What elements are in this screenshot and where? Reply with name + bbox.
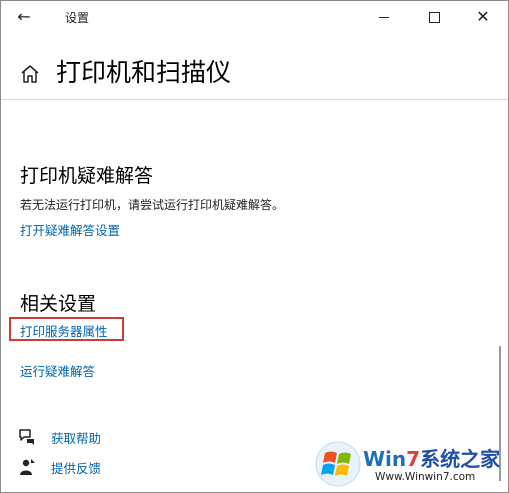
troubleshoot-heading: 打印机疑难解答	[20, 165, 154, 187]
close-icon: ✕	[476, 7, 490, 26]
settings-window: ← 设置 ✕ 打印机和扫描仪 打印机疑难解答 若无法运行打印机，请尝试运行打印机…	[0, 0, 509, 493]
minimize-icon	[379, 16, 389, 18]
back-button[interactable]: ←	[11, 5, 37, 29]
get-help-link[interactable]: 获取帮助	[17, 426, 101, 448]
troubleshoot-description: 若无法运行打印机，请尝试运行打印机疑难解答。	[20, 198, 285, 212]
maximize-icon	[428, 11, 440, 23]
header-divider	[1, 99, 508, 100]
watermark: Win7系统之家 Www.Winwin7.com	[313, 435, 505, 491]
windows-logo-icon	[315, 441, 361, 487]
watermark-brand-win: Win	[363, 447, 407, 471]
watermark-url: Www.Winwin7.com	[375, 471, 476, 483]
open-troubleshoot-settings-link[interactable]: 打开疑难解答设置	[20, 220, 120, 239]
feedback-person-icon	[20, 459, 35, 475]
title-bar: ← 设置 ✕	[1, 1, 508, 33]
get-help-label: 获取帮助	[51, 430, 102, 446]
chat-help-icon	[19, 429, 34, 445]
highlight-box	[9, 317, 124, 341]
close-button[interactable]: ✕	[460, 1, 506, 33]
maximize-button[interactable]	[411, 1, 457, 33]
give-feedback-link[interactable]: 提供反馈	[17, 456, 101, 478]
give-feedback-label: 提供反馈	[51, 460, 102, 476]
back-arrow-icon: ←	[17, 7, 31, 26]
related-settings-heading: 相关设置	[20, 293, 97, 315]
minimize-button[interactable]	[361, 1, 407, 33]
home-icon[interactable]	[19, 63, 41, 85]
window-title: 设置	[65, 11, 90, 25]
page-title: 打印机和扫描仪	[56, 58, 232, 87]
run-troubleshooter-link[interactable]: 运行疑难解答	[20, 361, 95, 380]
watermark-brand-num: 7	[406, 447, 421, 471]
watermark-brand-rest: 系统之家	[420, 447, 501, 471]
